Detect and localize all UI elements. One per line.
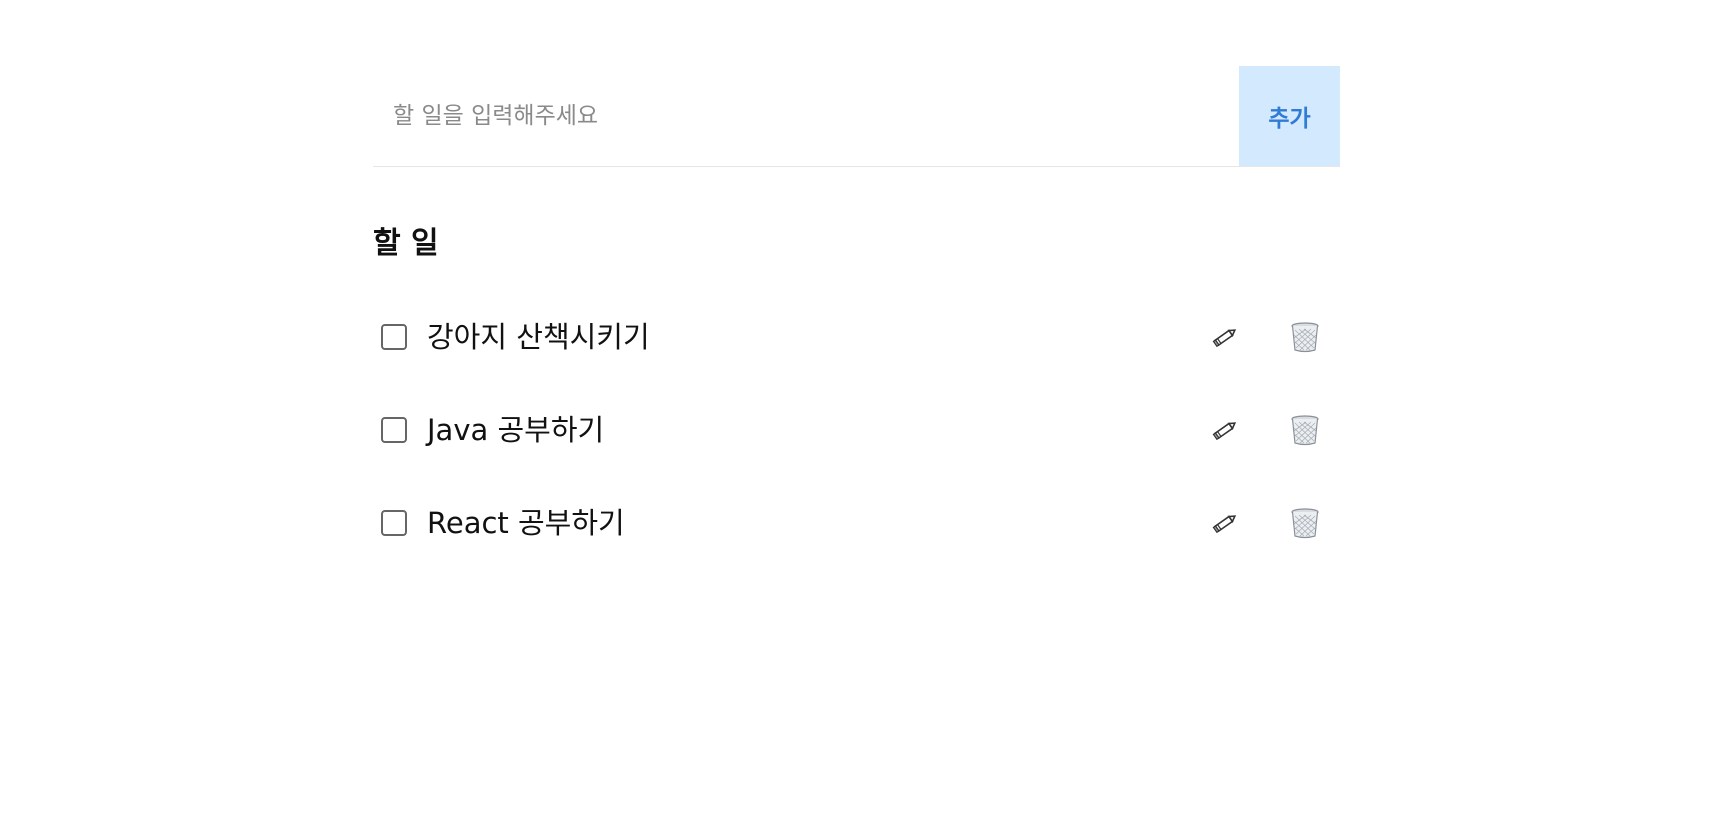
edit-button[interactable] bbox=[1200, 498, 1250, 548]
trash-icon bbox=[1290, 414, 1320, 446]
edit-button[interactable] bbox=[1200, 405, 1250, 455]
todo-form: 추가 bbox=[373, 66, 1340, 167]
todo-input[interactable] bbox=[373, 66, 1239, 166]
delete-button[interactable] bbox=[1280, 405, 1330, 455]
todo-text: React 공부하기 bbox=[427, 505, 625, 540]
todo-checkbox[interactable] bbox=[381, 509, 407, 536]
pencil-icon bbox=[1211, 416, 1239, 444]
edit-button[interactable] bbox=[1200, 312, 1250, 362]
pencil-icon bbox=[1211, 323, 1239, 351]
delete-button[interactable] bbox=[1280, 312, 1330, 362]
pencil-icon bbox=[1211, 509, 1239, 537]
section-title: 할 일 bbox=[373, 226, 439, 261]
todo-text: Java 공부하기 bbox=[427, 412, 605, 447]
todo-checkbox[interactable] bbox=[381, 416, 407, 443]
todo-item: Java 공부하기 bbox=[373, 383, 1340, 476]
delete-button[interactable] bbox=[1280, 498, 1330, 548]
todo-item: React 공부하기 bbox=[373, 476, 1340, 569]
trash-icon bbox=[1290, 507, 1320, 539]
trash-icon bbox=[1290, 321, 1320, 353]
todo-list: 강아지 산책시키기 Java 공부하기 React 공부하기 bbox=[373, 290, 1340, 569]
todo-item: 강아지 산책시키기 bbox=[373, 290, 1340, 383]
add-button[interactable]: 추가 bbox=[1239, 66, 1340, 166]
todo-app: 추가 할 일 강아지 산책시키기 bbox=[373, 66, 1340, 569]
todo-checkbox[interactable] bbox=[381, 323, 407, 350]
todo-text: 강아지 산책시키기 bbox=[427, 319, 650, 354]
